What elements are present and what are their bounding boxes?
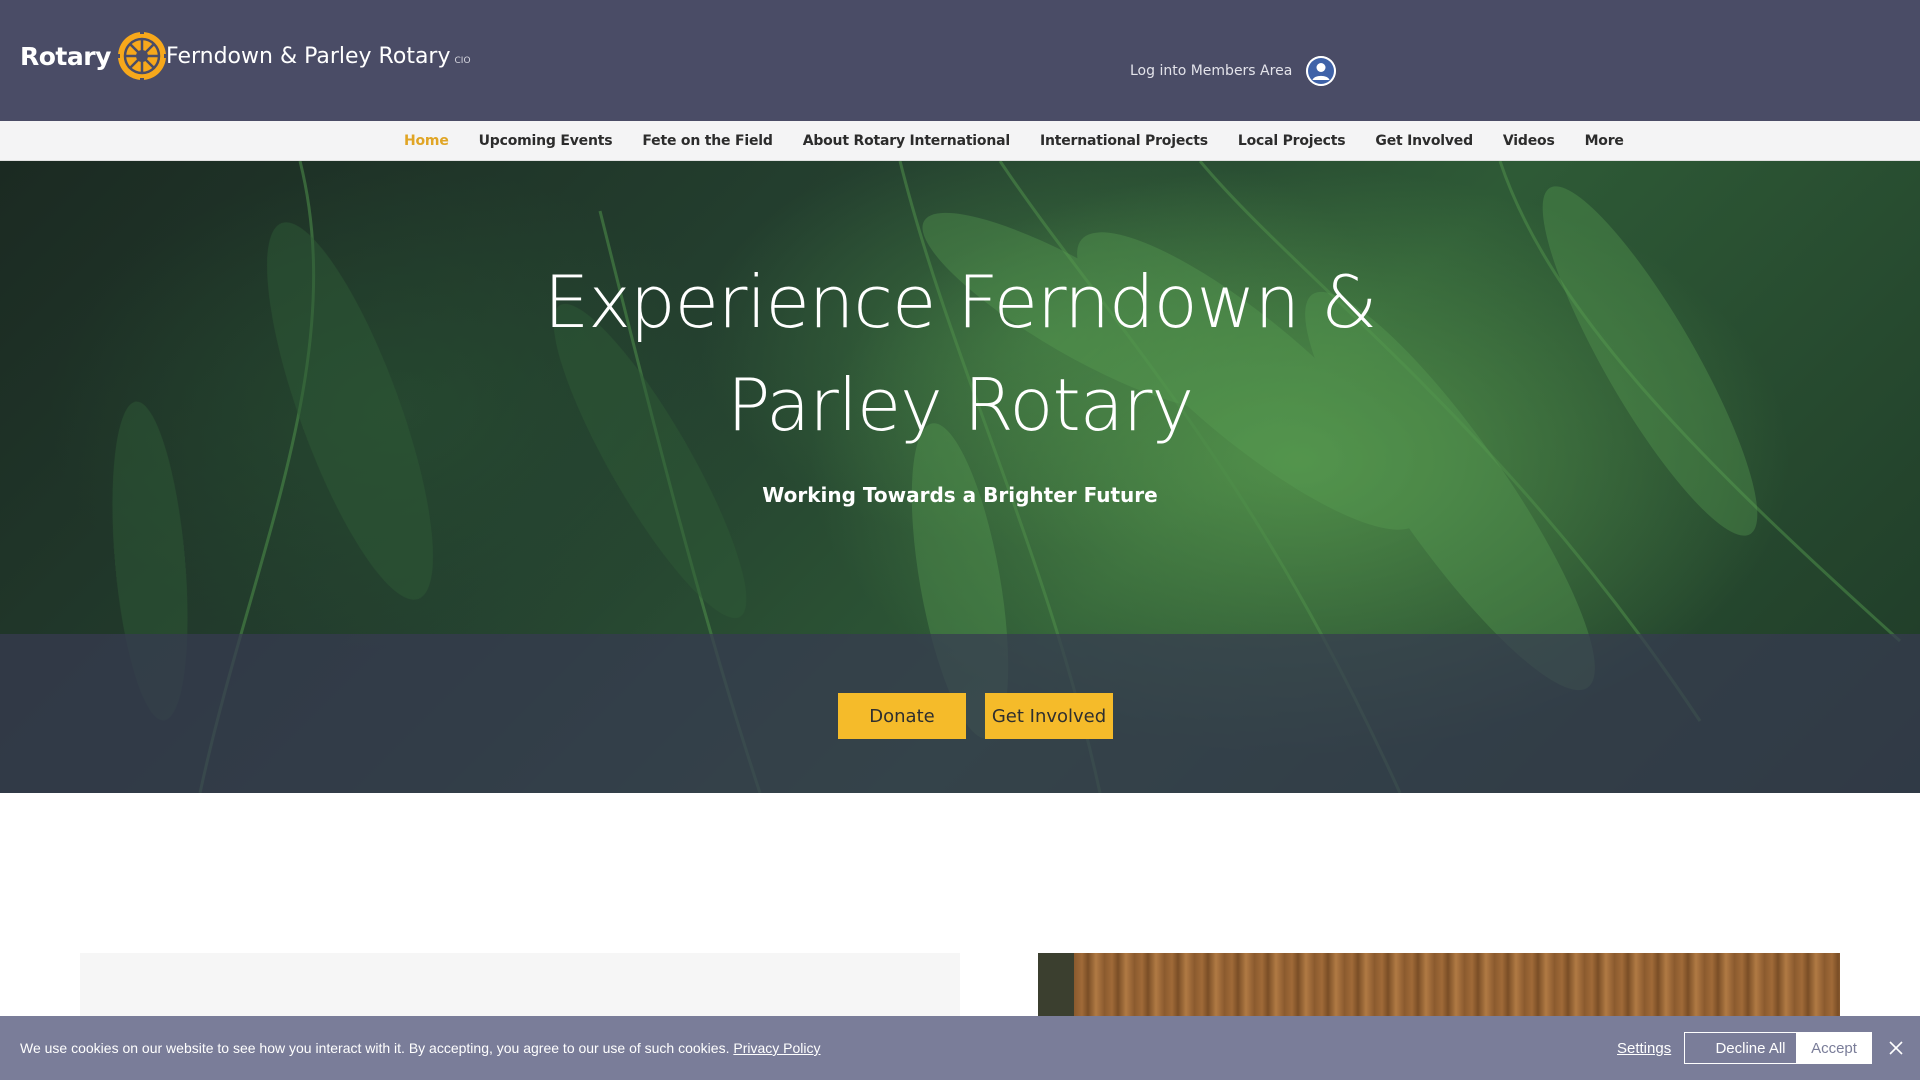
nav-item-about-rotary-international[interactable]: About Rotary International xyxy=(803,133,1010,149)
site-header: Rotary Ferndown & Parley Rotary CIO Log i… xyxy=(0,0,1920,121)
members-login[interactable]: Log into Members Area xyxy=(1130,56,1337,86)
privacy-policy-link[interactable]: Privacy Policy xyxy=(733,1040,820,1056)
login-label[interactable]: Log into Members Area xyxy=(1130,63,1292,79)
hero-section: Experience Ferndown & Parley Rotary Work… xyxy=(0,161,1920,793)
rotary-wheel-icon xyxy=(115,30,168,82)
main-nav: Home Upcoming Events Fete on the Field A… xyxy=(0,121,1920,161)
cookie-settings-link[interactable]: Settings xyxy=(1617,1040,1671,1057)
site-title[interactable]: Ferndown & Parley Rotary CIO xyxy=(166,44,471,69)
nav-item-get-involved[interactable]: Get Involved xyxy=(1375,133,1473,149)
rotary-logo[interactable]: Rotary xyxy=(20,30,168,82)
nav-item-local-projects[interactable]: Local Projects xyxy=(1238,133,1346,149)
cookie-banner: We use cookies on our website to see how… xyxy=(0,1016,1920,1080)
cookie-text: We use cookies on our website to see how… xyxy=(20,1040,730,1056)
nav-item-videos[interactable]: Videos xyxy=(1503,133,1555,149)
hero-subtitle: Working Towards a Brighter Future xyxy=(762,483,1158,507)
nav-item-international-projects[interactable]: International Projects xyxy=(1040,133,1208,149)
nav-item-home[interactable]: Home xyxy=(404,133,449,149)
user-avatar-icon[interactable] xyxy=(1306,56,1337,86)
get-involved-button[interactable]: Get Involved xyxy=(985,693,1113,739)
accept-button[interactable]: Accept xyxy=(1796,1032,1872,1064)
nav-item-more[interactable]: More xyxy=(1585,133,1624,149)
donate-button[interactable]: Donate xyxy=(838,693,966,739)
nav-item-fete-on-the-field[interactable]: Fete on the Field xyxy=(642,133,773,149)
site-title-suffix: CIO xyxy=(454,56,471,66)
close-icon[interactable] xyxy=(1888,1040,1904,1056)
hero-title: Experience Ferndown & Parley Rotary xyxy=(543,260,1377,447)
nav-item-upcoming-events[interactable]: Upcoming Events xyxy=(479,133,613,149)
cookie-message: We use cookies on our website to see how… xyxy=(20,1040,821,1056)
site-title-text: Ferndown & Parley Rotary xyxy=(166,44,451,69)
logo-wordmark: Rotary xyxy=(20,41,111,71)
